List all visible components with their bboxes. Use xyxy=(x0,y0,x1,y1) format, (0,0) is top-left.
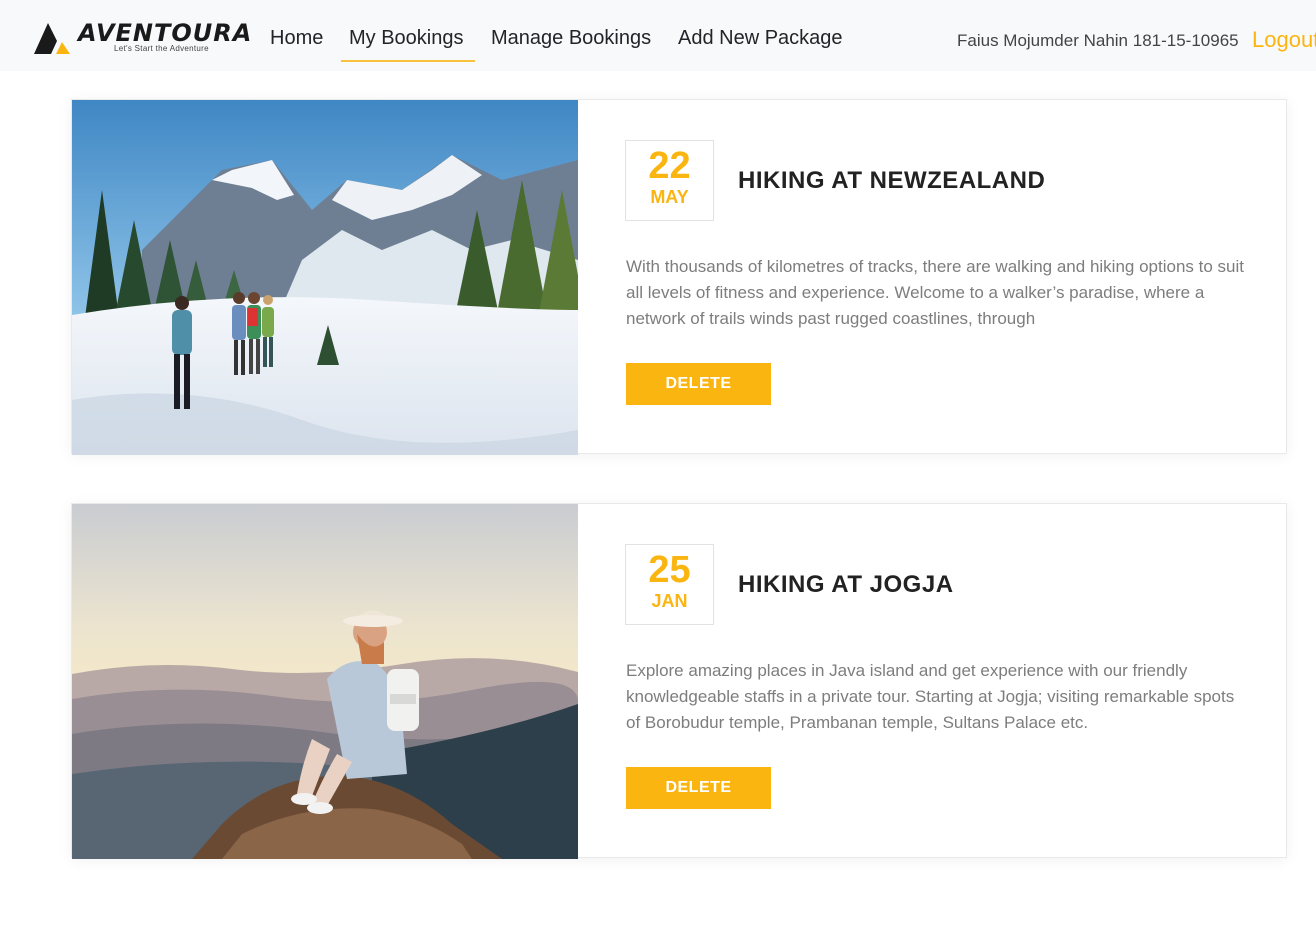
brand-tagline: Let's Start the Adventure xyxy=(114,44,209,53)
logout-link[interactable]: Logout xyxy=(1252,27,1316,53)
booking-description: Explore amazing places in Java island an… xyxy=(626,661,1235,732)
booking-title: HIKING AT NEWZEALAND xyxy=(738,167,1046,194)
brand-logo[interactable]: AVENTOURA Let's Start the Adventure xyxy=(34,18,251,58)
booking-description: With thousands of kilometres of tracks, … xyxy=(626,257,1244,328)
booking-date-month: MAY xyxy=(650,187,689,207)
nav-home-link[interactable]: Home xyxy=(270,26,323,50)
nav-my-bookings-link[interactable]: My Bookings xyxy=(349,26,464,50)
delete-booking-button[interactable]: DELETE xyxy=(626,767,771,809)
booking-date-day: 25 xyxy=(648,549,691,591)
user-name: Faius Mojumder Nahin 181-15-10965 xyxy=(957,31,1239,50)
brand-name: AVENTOURA xyxy=(78,19,253,47)
booking-image-woman-on-rock-sunset xyxy=(72,504,578,859)
booking-date: 22 MAY xyxy=(625,140,714,221)
booking-date-month: JAN xyxy=(651,591,688,611)
booking-title: HIKING AT JOGJA xyxy=(738,571,954,598)
booking-card: 25 JAN HIKING AT JOGJA Explore amazing p… xyxy=(71,503,1287,859)
navbar: AVENTOURA Let's Start the Adventure Home… xyxy=(0,0,1316,71)
booking-date: 25 JAN xyxy=(625,544,714,625)
booking-image-snowy-mountain-hikers xyxy=(72,100,578,455)
nav-manage-bookings-link[interactable]: Manage Bookings xyxy=(491,26,651,50)
booking-card: 22 MAY HIKING AT NEWZEALAND With thousan… xyxy=(71,99,1287,455)
delete-booking-button[interactable]: DELETE xyxy=(626,363,771,405)
booking-date-day: 22 xyxy=(648,145,691,187)
active-nav-indicator xyxy=(341,60,475,62)
nav-add-package-link[interactable]: Add New Package xyxy=(678,26,843,50)
mountain-logo-icon xyxy=(34,23,70,54)
